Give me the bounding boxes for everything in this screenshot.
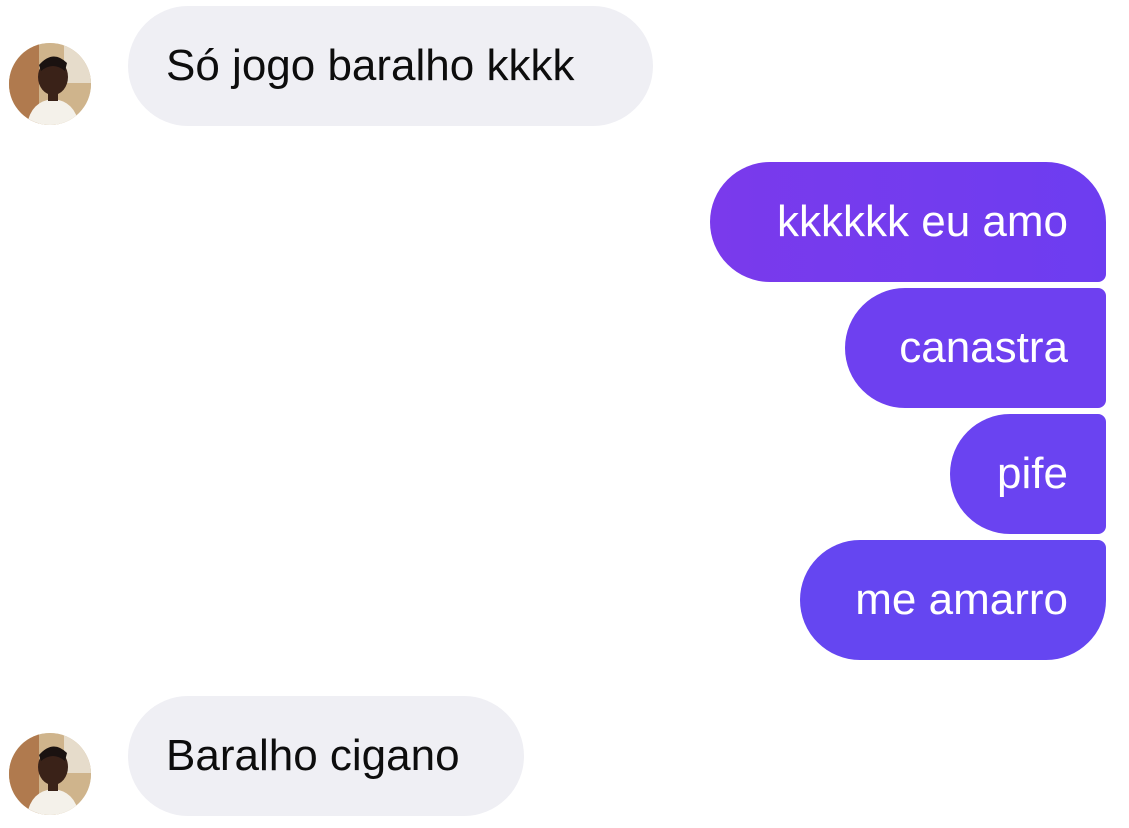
incoming-message[interactable]: Só jogo baralho kkkk: [128, 6, 653, 126]
incoming-message[interactable]: Baralho cigano: [128, 696, 524, 816]
message-text: Só jogo baralho kkkk: [166, 41, 575, 90]
contact-avatar[interactable]: [9, 733, 91, 815]
outgoing-message[interactable]: kkkkkk eu amo: [710, 162, 1106, 282]
message-text: canastra: [899, 323, 1068, 372]
message-text: kkkkkk eu amo: [777, 197, 1068, 246]
outgoing-message[interactable]: canastra: [845, 288, 1106, 408]
outgoing-message[interactable]: pife: [950, 414, 1106, 534]
contact-avatar[interactable]: [9, 43, 91, 125]
message-text: me amarro: [855, 575, 1068, 624]
message-text: Baralho cigano: [166, 731, 460, 780]
profile-photo-icon: [9, 733, 91, 815]
outgoing-message[interactable]: me amarro: [800, 540, 1106, 660]
message-text: pife: [997, 449, 1068, 498]
profile-photo-icon: [9, 43, 91, 125]
